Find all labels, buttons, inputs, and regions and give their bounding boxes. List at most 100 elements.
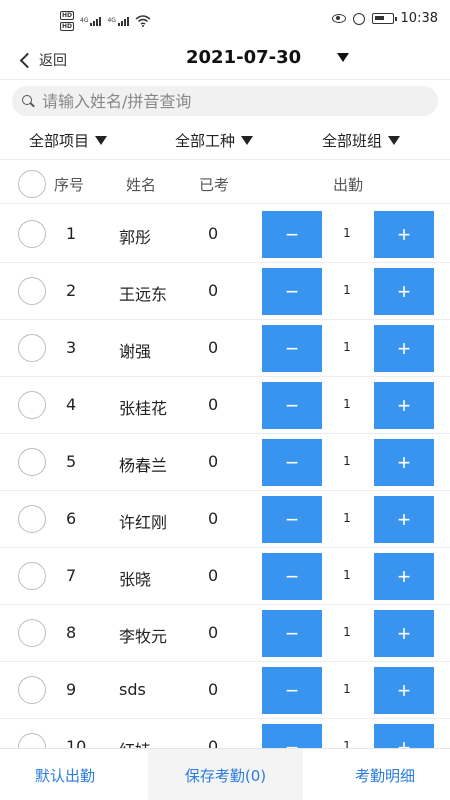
network-label: 4G bbox=[80, 16, 89, 24]
increment-button[interactable]: + bbox=[374, 496, 434, 543]
attendance-count: 1 bbox=[343, 568, 351, 582]
row-exam: 0 bbox=[208, 224, 219, 243]
hd-icon: HD HD bbox=[60, 11, 75, 31]
row-exam: 0 bbox=[208, 566, 219, 585]
increment-button[interactable]: + bbox=[374, 382, 434, 429]
row-index: 8 bbox=[66, 623, 77, 642]
table-row: 6 许红刚 0 − 1 + bbox=[0, 491, 450, 548]
caret-down-icon bbox=[337, 53, 350, 62]
status-left: HD HD 4G 4G bbox=[60, 11, 151, 31]
back-button[interactable]: 返回 bbox=[18, 50, 67, 70]
select-all-radio[interactable] bbox=[18, 170, 46, 198]
eye-icon bbox=[331, 14, 346, 23]
row-exam: 0 bbox=[208, 338, 219, 357]
table-row: 8 李牧元 0 − 1 + bbox=[0, 605, 450, 662]
caret-down-icon bbox=[388, 136, 401, 145]
top-nav: 返回 2021-07-30 bbox=[0, 40, 450, 80]
signal-icon-2: 4G bbox=[107, 16, 129, 26]
attendance-count: 1 bbox=[343, 454, 351, 468]
row-name: 王远东 bbox=[119, 285, 168, 304]
increment-button[interactable]: + bbox=[374, 211, 434, 258]
attendance-count: 1 bbox=[343, 283, 351, 297]
row-exam: 0 bbox=[208, 395, 219, 414]
network-label-2: 4G bbox=[107, 16, 116, 24]
increment-button[interactable]: + bbox=[374, 325, 434, 372]
header-exam: 已考 bbox=[199, 176, 230, 194]
alarm-icon bbox=[352, 12, 365, 25]
decrement-button[interactable]: − bbox=[262, 610, 322, 657]
filter-worktype[interactable]: 全部工种 bbox=[175, 130, 254, 151]
decrement-button[interactable]: − bbox=[262, 211, 322, 258]
decrement-button[interactable]: − bbox=[262, 553, 322, 600]
decrement-button[interactable]: − bbox=[262, 496, 322, 543]
save-attendance-button[interactable]: 保存考勤(0) bbox=[148, 749, 303, 800]
signal-icon: 4G bbox=[80, 16, 102, 26]
table-row: 7 张晓 0 − 1 + bbox=[0, 548, 450, 605]
row-name: 谢强 bbox=[119, 342, 152, 361]
back-label: 返回 bbox=[39, 53, 67, 69]
search-icon bbox=[22, 95, 35, 108]
row-radio[interactable] bbox=[18, 562, 46, 590]
row-index: 5 bbox=[66, 452, 77, 471]
wifi-icon bbox=[135, 15, 151, 27]
decrement-button[interactable]: − bbox=[262, 667, 322, 714]
filter-worktype-label: 全部工种 bbox=[175, 132, 236, 150]
increment-button[interactable]: + bbox=[374, 610, 434, 657]
increment-button[interactable]: + bbox=[374, 553, 434, 600]
table-row: 3 谢强 0 − 1 + bbox=[0, 320, 450, 377]
row-index: 6 bbox=[66, 509, 77, 528]
decrement-button[interactable]: − bbox=[262, 382, 322, 429]
attendance-detail-button[interactable]: 考勤明细 bbox=[320, 749, 450, 800]
date-picker[interactable]: 2021-07-30 bbox=[186, 47, 350, 68]
table-row: 1 郭彤 0 − 1 + bbox=[0, 206, 450, 263]
attendance-count: 1 bbox=[343, 625, 351, 639]
filter-project[interactable]: 全部项目 bbox=[29, 130, 108, 151]
row-name: sds bbox=[119, 680, 146, 699]
header-attendance: 出勤 bbox=[333, 176, 364, 194]
header-index: 序号 bbox=[54, 176, 85, 194]
default-attendance-button[interactable]: 默认出勤 bbox=[0, 749, 130, 800]
attendance-count: 1 bbox=[343, 682, 351, 696]
filter-team[interactable]: 全部班组 bbox=[322, 130, 401, 151]
increment-button[interactable]: + bbox=[374, 268, 434, 315]
decrement-button[interactable]: − bbox=[262, 325, 322, 372]
row-name: 张桂花 bbox=[119, 399, 168, 418]
row-name: 张晓 bbox=[119, 570, 152, 589]
row-radio[interactable] bbox=[18, 448, 46, 476]
battery-icon bbox=[371, 13, 397, 24]
bottom-action-bar: 默认出勤 保存考勤(0) 考勤明细 bbox=[0, 748, 450, 800]
row-radio[interactable] bbox=[18, 505, 46, 533]
increment-button[interactable]: + bbox=[374, 667, 434, 714]
row-index: 7 bbox=[66, 566, 77, 585]
table-row: 9 sds 0 − 1 + bbox=[0, 662, 450, 719]
row-radio[interactable] bbox=[18, 391, 46, 419]
filter-bar: 全部项目 全部工种 全部班组 bbox=[0, 126, 450, 160]
decrement-button[interactable]: − bbox=[262, 268, 322, 315]
row-name: 许红刚 bbox=[119, 513, 168, 532]
attendance-count: 1 bbox=[343, 397, 351, 411]
row-index: 3 bbox=[66, 338, 77, 357]
search-input[interactable] bbox=[42, 91, 422, 111]
status-bar: HD HD 4G 4G 10:38 bbox=[0, 0, 450, 40]
row-radio[interactable] bbox=[18, 676, 46, 704]
table-row: 2 王远东 0 − 1 + bbox=[0, 263, 450, 320]
table-row: 4 张桂花 0 − 1 + bbox=[0, 377, 450, 434]
chevron-left-icon bbox=[19, 52, 36, 68]
attendance-count: 1 bbox=[343, 340, 351, 354]
row-radio[interactable] bbox=[18, 619, 46, 647]
attendance-count: 1 bbox=[343, 226, 351, 240]
row-radio[interactable] bbox=[18, 334, 46, 362]
filter-project-label: 全部项目 bbox=[29, 132, 90, 150]
decrement-button[interactable]: − bbox=[262, 439, 322, 486]
row-name: 杨春兰 bbox=[119, 456, 168, 475]
status-time: 10:38 bbox=[400, 11, 438, 26]
table-row: 5 杨春兰 0 − 1 + bbox=[0, 434, 450, 491]
increment-button[interactable]: + bbox=[374, 439, 434, 486]
status-right: 10:38 bbox=[331, 11, 438, 26]
row-exam: 0 bbox=[208, 281, 219, 300]
row-exam: 0 bbox=[208, 509, 219, 528]
row-radio[interactable] bbox=[18, 220, 46, 248]
row-radio[interactable] bbox=[18, 277, 46, 305]
date-text: 2021-07-30 bbox=[186, 47, 302, 68]
row-index: 4 bbox=[66, 395, 77, 414]
